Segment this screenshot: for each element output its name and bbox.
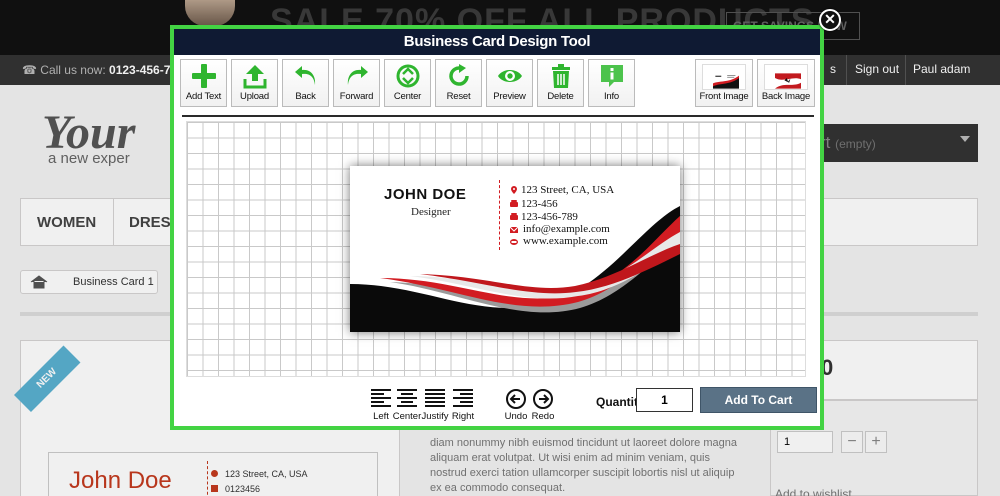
tool-label: Reset bbox=[446, 91, 471, 102]
undo-button[interactable]: Undo bbox=[505, 389, 527, 422]
tool-label: Back Image bbox=[761, 91, 811, 102]
center-button[interactable]: Center bbox=[384, 59, 431, 107]
delete-button[interactable]: Delete bbox=[537, 59, 584, 107]
tool-label: Front Image bbox=[699, 91, 749, 102]
card-divider bbox=[499, 180, 500, 250]
card-name[interactable]: JOHN DOE bbox=[384, 186, 466, 203]
arrow-left-circle-icon bbox=[509, 394, 520, 404]
modal-title: Business Card Design Tool bbox=[174, 29, 820, 55]
tool-label: Add Text bbox=[185, 91, 222, 102]
add-to-cart-button[interactable]: Add To Cart bbox=[700, 387, 817, 413]
toolbar-divider bbox=[182, 115, 814, 117]
card-address[interactable]: 123 Street, CA, USA bbox=[521, 184, 614, 196]
card-mobile[interactable]: 123-456-789 bbox=[521, 211, 578, 223]
arrow-right-circle-icon bbox=[539, 394, 550, 404]
align-center-icon bbox=[397, 389, 417, 407]
trash-icon bbox=[552, 64, 570, 88]
close-icon[interactable]: ✕ bbox=[819, 9, 841, 31]
tool-label: Delete bbox=[547, 91, 574, 102]
upload-icon bbox=[243, 65, 267, 89]
reset-icon bbox=[449, 64, 469, 86]
align-label: Right bbox=[451, 411, 475, 422]
tool-label: Forward bbox=[339, 91, 374, 102]
tool-label: Back bbox=[295, 91, 316, 102]
info-icon bbox=[601, 65, 623, 87]
design-canvas[interactable]: JOHN DOE Designer 123 Street, CA, USA 12… bbox=[186, 121, 806, 377]
history-label: Redo bbox=[531, 411, 555, 422]
align-right-button[interactable]: Right bbox=[452, 389, 474, 422]
tool-label: Center bbox=[393, 91, 422, 102]
reset-button[interactable]: Reset bbox=[435, 59, 482, 107]
align-left-button[interactable]: Left bbox=[370, 389, 392, 422]
align-justify-icon bbox=[425, 389, 445, 407]
back-image-button[interactable]: Back Image bbox=[757, 59, 815, 107]
tool-label: Upload bbox=[240, 91, 269, 102]
card-phone[interactable]: 123-456 bbox=[521, 198, 558, 210]
preview-button[interactable]: Preview bbox=[486, 59, 533, 107]
redo-button[interactable]: Redo bbox=[532, 389, 554, 422]
card-website[interactable]: www.example.com bbox=[523, 235, 608, 247]
web-icon bbox=[510, 239, 518, 245]
back-button[interactable]: Back bbox=[282, 59, 329, 107]
add-text-button[interactable]: Add Text bbox=[180, 59, 227, 107]
card-title[interactable]: Designer bbox=[411, 206, 451, 218]
align-center-button[interactable]: Center bbox=[393, 389, 421, 422]
undo-arrow-icon bbox=[295, 66, 316, 85]
front-image-button[interactable]: Front Image bbox=[695, 59, 753, 107]
business-card[interactable]: JOHN DOE Designer 123 Street, CA, USA 12… bbox=[350, 166, 680, 332]
card-front-thumbnail bbox=[702, 64, 746, 90]
card-email[interactable]: info@example.com bbox=[523, 223, 610, 235]
align-justify-button[interactable]: Justify bbox=[422, 389, 448, 422]
card-back-thumbnail bbox=[764, 64, 808, 90]
tool-label: Info bbox=[603, 91, 620, 102]
redo-arrow-icon bbox=[347, 66, 368, 85]
mobile-icon bbox=[510, 213, 518, 220]
quantity-input[interactable] bbox=[636, 388, 693, 412]
plus-icon bbox=[192, 64, 216, 88]
design-tool-modal: Business Card Design Tool Add Text Uploa… bbox=[170, 25, 824, 430]
center-icon bbox=[396, 64, 420, 88]
eye-icon bbox=[498, 70, 522, 82]
email-icon bbox=[510, 226, 518, 233]
align-left-icon bbox=[371, 389, 391, 407]
upload-button[interactable]: Upload bbox=[231, 59, 278, 107]
forward-button[interactable]: Forward bbox=[333, 59, 380, 107]
info-button[interactable]: Info bbox=[588, 59, 635, 107]
phone-icon bbox=[510, 200, 518, 207]
location-icon bbox=[511, 186, 517, 194]
tool-label: Preview bbox=[493, 91, 526, 102]
align-right-icon bbox=[453, 389, 473, 407]
